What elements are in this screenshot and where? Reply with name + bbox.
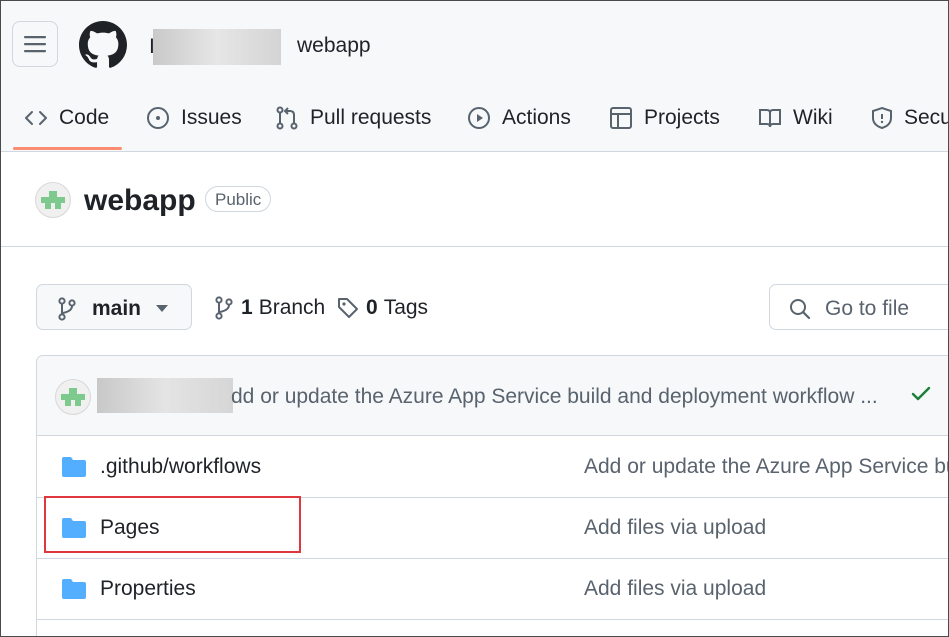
highlight-box (44, 496, 301, 553)
go-to-file-placeholder: Go to file (825, 297, 910, 320)
github-logo-icon[interactable] (79, 21, 127, 69)
book-icon (759, 109, 781, 128)
global-header: I webapp Code Issues Pull requests Actio… (1, 1, 948, 152)
active-tab-indicator (13, 147, 122, 150)
issue-opened-icon (147, 107, 169, 129)
tab-issues[interactable]: Issues (146, 93, 242, 143)
visibility-badge: Public (205, 186, 272, 212)
tab-projects[interactable]: Projects (609, 93, 720, 143)
tab-label: Projects (644, 106, 720, 129)
commit-author-avatar[interactable] (55, 379, 91, 415)
file-name[interactable]: Properties (100, 577, 196, 601)
table-icon (610, 107, 632, 129)
folder-icon (62, 579, 86, 599)
triangle-down-icon (156, 305, 168, 312)
branches-link[interactable]: 1 Branch (214, 296, 325, 320)
branch-count-label: Branch (258, 296, 326, 319)
identicon-icon (41, 191, 65, 209)
play-icon (468, 107, 490, 129)
repo-breadcrumb[interactable]: webapp (297, 34, 371, 58)
tab-label: Secu (904, 106, 949, 129)
latest-commit-message[interactable]: dd or update the Azure App Service build… (231, 385, 878, 409)
tab-label: Code (59, 106, 110, 129)
repo-title[interactable]: webapp (84, 184, 196, 218)
tab-pull-requests[interactable]: Pull requests (275, 93, 431, 143)
file-commit-message[interactable]: Add files via upload (584, 577, 766, 601)
redacted-owner-name (153, 29, 281, 65)
tag-count-label: Tags (383, 296, 429, 319)
latest-commit-bar: dd or update the Azure App Service build… (37, 356, 948, 436)
file-row[interactable]: Properties Add files via upload (37, 558, 948, 620)
tags-link[interactable]: 0 Tags (336, 296, 428, 320)
go-to-file-input[interactable]: Go to file (769, 284, 948, 330)
tag-icon (338, 298, 358, 318)
git-pull-request-icon (276, 106, 298, 130)
file-name[interactable]: .github/workflows (100, 455, 261, 479)
file-commit-message[interactable]: Add or update the Azure App Service bu (584, 455, 948, 479)
git-branch-icon (58, 297, 76, 321)
repo-owner-avatar[interactable] (35, 182, 71, 218)
file-commit-message[interactable]: Add files via upload (584, 516, 766, 540)
tab-wiki[interactable]: Wiki (758, 93, 833, 143)
tab-security[interactable]: Secu (871, 93, 949, 143)
branch-name: main (92, 297, 142, 320)
shield-icon (872, 106, 892, 130)
tab-label: Wiki (793, 106, 833, 129)
hamburger-menu-button[interactable] (12, 21, 58, 67)
search-icon (790, 299, 811, 320)
tab-label: Pull requests (310, 106, 432, 129)
repo-nav-tabs: Code Issues Pull requests Actions Projec… (1, 93, 948, 151)
tag-count: 0 (366, 296, 378, 319)
browser-frame: I webapp Code Issues Pull requests Actio… (0, 0, 949, 637)
git-branch-icon (215, 296, 233, 320)
tab-code[interactable]: Code (24, 93, 109, 143)
file-row[interactable]: .github/workflows Add or update the Azur… (37, 436, 948, 498)
branch-selector-button[interactable]: main (36, 284, 192, 330)
code-icon (25, 111, 47, 125)
hamburger-icon (24, 36, 46, 53)
repo-title-bar: webapp Public (1, 152, 948, 247)
folder-icon (62, 457, 86, 477)
tab-label: Issues (181, 106, 242, 129)
identicon-icon (61, 388, 85, 406)
redacted-commit-author (97, 378, 233, 413)
check-icon[interactable] (911, 386, 931, 402)
tab-actions[interactable]: Actions (467, 93, 571, 143)
tab-label: Actions (502, 106, 571, 129)
branch-count: 1 (241, 296, 253, 319)
